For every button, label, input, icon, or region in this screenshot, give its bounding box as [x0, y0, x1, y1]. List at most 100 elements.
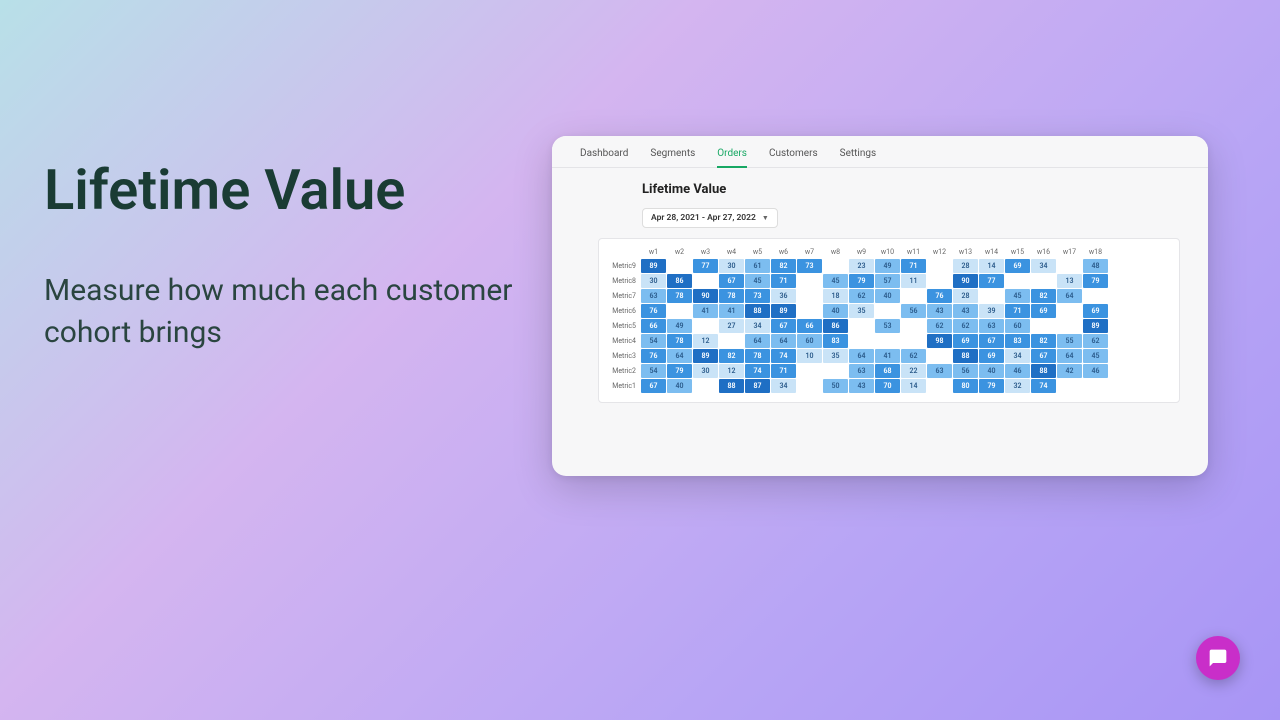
heatmap-cell: 83	[1005, 334, 1030, 348]
heatmap-cell: 83	[823, 334, 848, 348]
heatmap-cell: 12	[693, 334, 718, 348]
heatmap-cell: 88	[719, 379, 744, 393]
tab-orders[interactable]: Orders	[717, 148, 747, 167]
col-header: w17	[1057, 246, 1082, 258]
row-label: Metric2	[608, 364, 640, 378]
heatmap-cell: 89	[693, 349, 718, 363]
heatmap-cell: 48	[1083, 259, 1108, 273]
heatmap-cell: 76	[927, 289, 952, 303]
row-label: Metric6	[608, 304, 640, 318]
heatmap-cell: 66	[641, 319, 666, 333]
heatmap-cell: 82	[771, 259, 796, 273]
heatmap-cell: 30	[719, 259, 744, 273]
heatmap-cell: 69	[1005, 259, 1030, 273]
heatmap-cell: 98	[927, 334, 952, 348]
heatmap-cell: 78	[745, 349, 770, 363]
heatmap-cell: 77	[693, 259, 718, 273]
hero-subtitle: Measure how much each customer cohort br…	[44, 270, 524, 354]
heatmap-cell: 89	[771, 304, 796, 318]
col-header: w9	[849, 246, 874, 258]
heatmap-cell	[927, 259, 952, 273]
app-window: Dashboard Segments Orders Customers Settings…	[552, 136, 1208, 476]
heatmap-cell: 34	[1031, 259, 1056, 273]
heatmap-cell: 14	[901, 379, 926, 393]
heatmap-cell: 89	[641, 259, 666, 273]
col-header: w3	[693, 246, 718, 258]
col-header: w14	[979, 246, 1004, 258]
tab-segments[interactable]: Segments	[650, 148, 695, 167]
heatmap-cell: 82	[719, 349, 744, 363]
heatmap-cell: 64	[771, 334, 796, 348]
heatmap-cell	[797, 289, 822, 303]
heatmap-cell: 22	[901, 364, 926, 378]
heatmap-cell: 77	[979, 274, 1004, 288]
tab-settings[interactable]: Settings	[840, 148, 877, 167]
heatmap-cell: 11	[901, 274, 926, 288]
tab-dashboard[interactable]: Dashboard	[580, 148, 628, 167]
heatmap-cell: 69	[979, 349, 1004, 363]
heatmap-cell: 62	[953, 319, 978, 333]
heatmap-cell: 46	[1005, 364, 1030, 378]
col-header: w16	[1031, 246, 1056, 258]
heatmap-cell: 49	[875, 259, 900, 273]
heatmap-cell	[719, 334, 744, 348]
col-header: w2	[667, 246, 692, 258]
row-label: Metric9	[608, 259, 640, 273]
heatmap-cell: 13	[1057, 274, 1082, 288]
row-label: Metric8	[608, 274, 640, 288]
heatmap-cell	[979, 289, 1004, 303]
heatmap-cell	[901, 289, 926, 303]
heatmap-cell: 90	[693, 289, 718, 303]
heatmap-cell: 23	[849, 259, 874, 273]
heatmap-cell: 62	[901, 349, 926, 363]
heatmap-cell	[1005, 274, 1030, 288]
heatmap-cell: 61	[745, 259, 770, 273]
heatmap-cell: 73	[797, 259, 822, 273]
chat-button[interactable]	[1196, 636, 1240, 680]
heatmap-cell: 14	[979, 259, 1004, 273]
heatmap-cell: 40	[875, 289, 900, 303]
heatmap-cell: 67	[719, 274, 744, 288]
heatmap-cell: 41	[875, 349, 900, 363]
heatmap-cell: 89	[1083, 319, 1108, 333]
chat-icon	[1208, 648, 1228, 668]
heatmap-cell: 63	[979, 319, 1004, 333]
heatmap-cell: 88	[1031, 364, 1056, 378]
hero-title: Lifetime Value	[44, 160, 524, 222]
heatmap-cell: 69	[1083, 304, 1108, 318]
heatmap-cell	[823, 259, 848, 273]
heatmap-cell: 57	[875, 274, 900, 288]
heatmap-cell: 66	[797, 319, 822, 333]
col-header: w6	[771, 246, 796, 258]
col-header: w12	[927, 246, 952, 258]
heatmap-cell: 79	[979, 379, 1004, 393]
heatmap-cell	[1083, 289, 1108, 303]
heatmap-cell: 62	[849, 289, 874, 303]
heatmap-cell: 67	[979, 334, 1004, 348]
heatmap-cell: 71	[901, 259, 926, 273]
heatmap-cell: 64	[1057, 349, 1082, 363]
heatmap-cell: 30	[693, 364, 718, 378]
date-range-picker[interactable]: Apr 28, 2021 - Apr 27, 2022 ▼	[642, 208, 778, 228]
heatmap-cell: 63	[641, 289, 666, 303]
heatmap-cell: 63	[927, 364, 952, 378]
heatmap-cell: 86	[823, 319, 848, 333]
heatmap-cell: 86	[667, 274, 692, 288]
heatmap-cell: 71	[1005, 304, 1030, 318]
heatmap-cell: 87	[745, 379, 770, 393]
heatmap-cell: 74	[771, 349, 796, 363]
heatmap-cell	[875, 334, 900, 348]
heatmap-cell: 79	[667, 364, 692, 378]
heatmap-cell: 34	[745, 319, 770, 333]
heatmap-cell: 74	[1031, 379, 1056, 393]
heatmap-cell: 64	[745, 334, 770, 348]
tab-customers[interactable]: Customers	[769, 148, 818, 167]
heatmap-cell: 74	[745, 364, 770, 378]
heatmap-cell: 46	[1083, 364, 1108, 378]
heatmap-cell: 68	[875, 364, 900, 378]
row-label: Metric7	[608, 289, 640, 303]
heatmap-cell: 78	[667, 334, 692, 348]
heatmap-cell	[693, 274, 718, 288]
nav-tabs: Dashboard Segments Orders Customers Settings	[552, 136, 1208, 168]
heatmap-cell: 56	[953, 364, 978, 378]
